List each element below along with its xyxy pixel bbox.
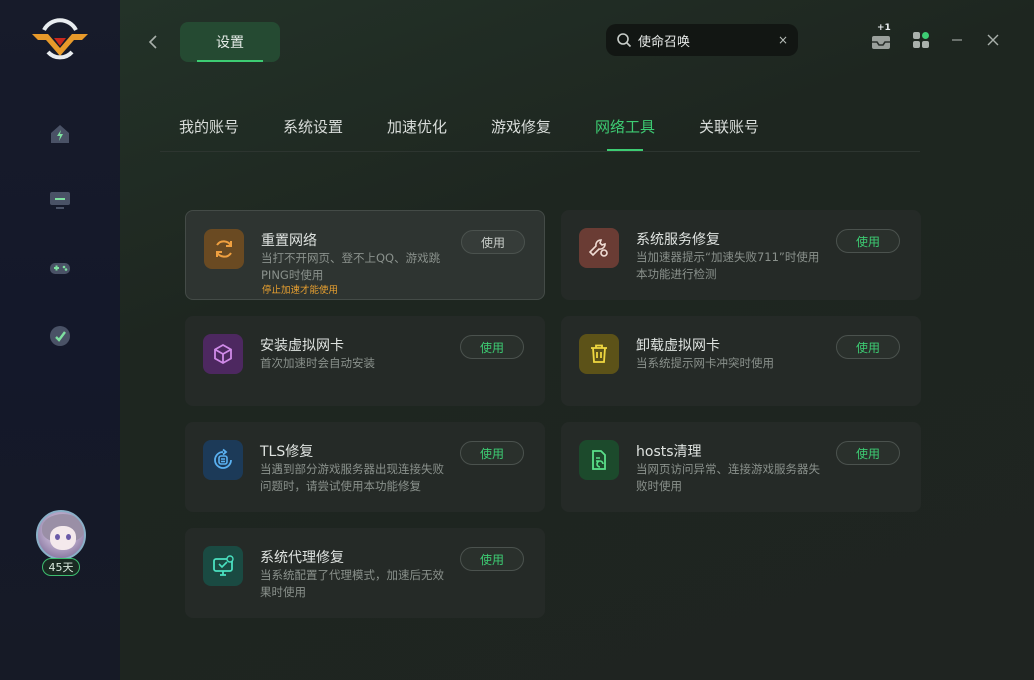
tool-description: 当系统配置了代理模式，加速后无效果时使用 [260, 568, 444, 599]
tool-icon-box [203, 334, 243, 374]
tool-description: 首次加速时会自动安装 [260, 356, 375, 370]
tool-name: 系统服务修复 [636, 232, 720, 248]
tool-description: 当加速器提示“加速失败711”时使用本功能进行检测 [636, 250, 820, 281]
inbox-notification-button[interactable]: +1 [871, 23, 891, 50]
cube-icon [214, 343, 232, 365]
tool-name: hosts清理 [636, 444, 702, 460]
use-button-hosts-clean[interactable]: 使用 [836, 441, 900, 465]
tab-my-account[interactable]: 我的账号 [179, 116, 239, 137]
search-box[interactable]: × [606, 24, 798, 56]
tool-description: 当网页访问异常、连接游戏服务器失败时使用 [636, 462, 820, 493]
tool-card-service-repair: 系统服务修复 当加速器提示“加速失败711”时使用本功能进行检测 使用 [561, 210, 921, 300]
trash-icon [591, 344, 607, 363]
page-title: 设置 [180, 22, 280, 62]
vip-days-badge: 45天 [42, 558, 80, 576]
app-logo [30, 18, 90, 66]
tool-icon-box [579, 334, 619, 374]
use-button-service-repair[interactable]: 使用 [836, 229, 900, 253]
use-button-reset-network[interactable]: 使用 [461, 230, 525, 254]
tool-name: TLS修复 [260, 444, 314, 460]
search-icon [617, 33, 632, 48]
tool-name: 重置网络 [261, 233, 317, 249]
monitor-icon[interactable] [46, 186, 74, 214]
tool-warning: 停止加速才能使用 [262, 285, 339, 296]
tool-icon-box [204, 229, 244, 269]
file-clean-icon [592, 450, 606, 470]
back-button[interactable] [146, 32, 160, 52]
user-avatar-area[interactable]: 45天 [34, 510, 88, 580]
tool-card-hosts-clean: hosts清理 当网页访问异常、连接游戏服务器失败时使用 使用 [561, 422, 921, 512]
use-button-proxy-repair[interactable]: 使用 [460, 547, 524, 571]
tls-repair-icon [214, 448, 232, 469]
sidebar: 45天 [0, 0, 120, 680]
refresh-icon [216, 240, 232, 258]
tool-icon-box [203, 440, 243, 480]
tool-icon-box [579, 440, 619, 480]
tool-name: 系统代理修复 [260, 550, 344, 566]
tool-card-reset-network: 重置网络 当打不开网页、登不上QQ、游戏跳PING时使用 停止加速才能使用 使用 [185, 210, 545, 300]
use-button-tls-repair[interactable]: 使用 [460, 441, 524, 465]
settings-tabs: 我的账号 系统设置 加速优化 游戏修复 网络工具 关联账号 [160, 112, 920, 152]
monitor-repair-icon [213, 555, 234, 576]
close-icon [987, 34, 999, 46]
tool-description: 当系统提示网卡冲突时使用 [636, 356, 774, 370]
use-button-install-virtual-nic[interactable]: 使用 [460, 335, 524, 359]
wrench-icon [588, 239, 608, 257]
tool-icon-box [203, 546, 243, 586]
tab-linked-accounts[interactable]: 关联账号 [699, 116, 759, 137]
apps-grid-icon [913, 32, 929, 48]
gamepad-icon[interactable] [46, 254, 74, 282]
minimize-icon [952, 39, 962, 41]
avatar[interactable] [36, 510, 86, 560]
minimize-button[interactable] [947, 30, 967, 50]
chevron-left-icon [148, 35, 157, 49]
tool-card-install-virtual-nic: 安装虚拟网卡 首次加速时会自动安装 使用 [185, 316, 545, 406]
tool-description: 当遇到部分游戏服务器出现连接失败问题时，请尝试使用本功能修复 [260, 462, 444, 493]
tool-name: 卸载虚拟网卡 [636, 338, 720, 354]
tool-icon-box [579, 228, 619, 268]
tab-acceleration[interactable]: 加速优化 [387, 116, 447, 137]
tool-card-uninstall-virtual-nic: 卸载虚拟网卡 当系统提示网卡冲突时使用 使用 [561, 316, 921, 406]
tab-game-repair[interactable]: 游戏修复 [491, 116, 551, 137]
speedometer-icon[interactable] [46, 322, 74, 350]
home-icon[interactable] [46, 120, 74, 148]
tool-name: 安装虚拟网卡 [260, 338, 344, 354]
notification-count: +1 [877, 23, 891, 33]
apps-button[interactable] [911, 30, 931, 50]
main-panel: 设置 × +1 我的账号 系统设置 加速优化 游戏修复 网络工具 关联账号 重置… [120, 0, 1034, 680]
tool-card-tls-repair: TLS修复 当遇到部分游戏服务器出现连接失败问题时，请尝试使用本功能修复 使用 [185, 422, 545, 512]
search-input[interactable] [638, 32, 768, 48]
use-button-uninstall-virtual-nic[interactable]: 使用 [836, 335, 900, 359]
tool-card-proxy-repair: 系统代理修复 当系统配置了代理模式，加速后无效果时使用 使用 [185, 528, 545, 618]
close-button[interactable] [983, 30, 1003, 50]
clear-search-button[interactable]: × [778, 33, 788, 47]
inbox-icon [872, 36, 890, 49]
tab-network-tools[interactable]: 网络工具 [595, 116, 655, 151]
tab-system-settings[interactable]: 系统设置 [283, 116, 343, 137]
tool-description: 当打不开网页、登不上QQ、游戏跳PING时使用 [261, 251, 441, 282]
